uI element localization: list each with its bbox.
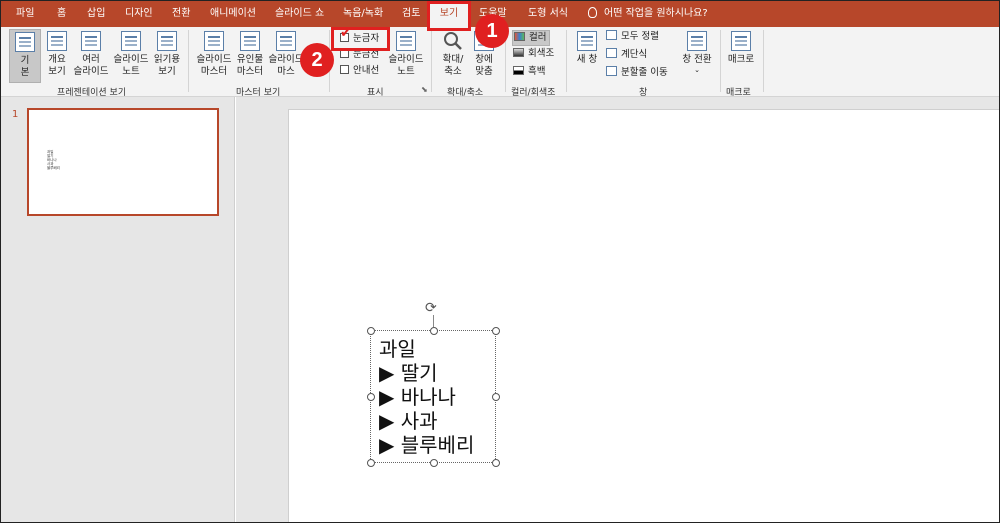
guides-check-box[interactable] xyxy=(340,65,349,74)
slide-editor-area: ⟳ 과일 ▶ 딸기 ▶ 바나나 ▶ 사과 ▶ 블루베리 xyxy=(236,97,999,522)
tab-animations[interactable]: 애니메이션 xyxy=(210,1,256,27)
resize-handle-bottom-right[interactable] xyxy=(492,459,500,467)
tab-record[interactable]: 녹음/녹화 xyxy=(343,1,383,27)
notes-page-button[interactable]: 슬라이드 노트 xyxy=(112,31,150,78)
handout-master-icon xyxy=(240,31,260,51)
color-swatch-icon xyxy=(514,32,525,41)
guides-checkbox[interactable]: 안내선 xyxy=(340,65,379,77)
tab-transitions[interactable]: 전환 xyxy=(172,1,190,27)
text-line-bullet: ▶ 블루베리 xyxy=(379,433,475,457)
move-split-icon xyxy=(606,66,617,76)
resize-handle-top-left[interactable] xyxy=(367,327,375,335)
color-button[interactable]: 컬러 xyxy=(512,30,551,46)
show-dialog-launcher-icon[interactable]: ⬊ xyxy=(421,85,428,94)
new-window-button[interactable]: 새 창 xyxy=(573,31,601,66)
slide-sorter-button[interactable]: 여러 슬라이드 xyxy=(71,31,111,78)
callout-badge-1: 1 xyxy=(475,14,509,48)
tell-me-search[interactable]: 어떤 작업을 원하시나요? xyxy=(588,1,708,27)
ribbon-separator xyxy=(431,30,432,92)
text-line-bullet: ▶ 사과 xyxy=(379,409,438,433)
thumb-text-line: 블루베리 xyxy=(47,166,60,170)
magnifier-icon xyxy=(444,32,462,50)
resize-handle-bottom-left[interactable] xyxy=(367,459,375,467)
tab-slideshow[interactable]: 슬라이드 쇼 xyxy=(275,1,324,27)
ribbon-separator xyxy=(720,30,721,92)
chevron-down-icon: ⌄ xyxy=(694,66,700,74)
ribbon-separator xyxy=(188,30,189,92)
rotate-handle-icon[interactable]: ⟳ xyxy=(425,301,439,315)
switch-windows-button[interactable]: 창 전환 ⌄ xyxy=(680,31,714,74)
tab-review[interactable]: 검토 xyxy=(402,1,420,27)
slide-sorter-icon xyxy=(81,31,101,51)
resize-handle-right[interactable] xyxy=(492,393,500,401)
normal-view-icon xyxy=(15,32,35,52)
powerpoint-window: 파일 홈 삽입 디자인 전환 애니메이션 슬라이드 쇼 녹음/녹화 검토 보기 … xyxy=(0,0,1000,523)
outline-view-icon xyxy=(47,31,67,51)
macros-icon xyxy=(731,31,751,51)
resize-handle-bottom[interactable] xyxy=(430,459,438,467)
switch-windows-icon xyxy=(687,31,707,51)
selected-text-box[interactable]: ⟳ 과일 ▶ 딸기 ▶ 바나나 ▶ 사과 ▶ 블루베리 xyxy=(367,301,500,467)
notes-page-icon xyxy=(121,31,141,51)
arrange-all-button[interactable]: 모두 정렬 xyxy=(606,30,659,43)
slide-number: 1 xyxy=(12,109,19,120)
notes-master-button[interactable]: 슬라이드 마스 xyxy=(267,31,305,78)
ribbon-separator xyxy=(763,30,764,92)
rotation-stem xyxy=(433,315,434,327)
tab-insert[interactable]: 삽입 xyxy=(87,1,105,27)
text-box-content[interactable]: 과일 ▶ 딸기 ▶ 바나나 ▶ 사과 ▶ 블루베리 xyxy=(379,337,474,457)
notes-icon xyxy=(396,31,416,51)
new-window-icon xyxy=(577,31,597,51)
reading-view-button[interactable]: 읽기용 보기 xyxy=(151,31,183,78)
outline-view-button[interactable]: 개요 보기 xyxy=(43,31,71,78)
checkmark-icon: ✔ xyxy=(340,25,352,41)
reading-view-icon xyxy=(157,31,177,51)
macros-button[interactable]: 매크로 xyxy=(726,31,756,66)
slide-master-icon xyxy=(204,31,224,51)
text-line-title: 과일 xyxy=(379,337,416,361)
grayscale-swatch-icon xyxy=(513,48,524,57)
ribbon-separator xyxy=(566,30,567,92)
lightbulb-icon xyxy=(588,7,597,18)
slide-thumbnail-pane: 1 과일 딸기 바나나 사과 블루베리 xyxy=(1,97,235,522)
notes-button[interactable]: 슬라이드 노트 xyxy=(387,31,425,78)
callout-badge-2: 2 xyxy=(300,43,334,77)
resize-handle-top-right[interactable] xyxy=(492,327,500,335)
handout-master-button[interactable]: 유인물 마스터 xyxy=(234,31,266,78)
black-white-swatch-icon xyxy=(513,66,524,75)
cascade-icon xyxy=(606,48,617,58)
text-line-bullet: ▶ 딸기 xyxy=(379,361,438,385)
move-split-button[interactable]: 분할줄 이동 xyxy=(606,66,668,79)
tab-design[interactable]: 디자인 xyxy=(125,1,153,27)
text-line-bullet: ▶ 바나나 xyxy=(379,385,456,409)
tab-home[interactable]: 홈 xyxy=(57,1,66,27)
tab-file[interactable]: 파일 xyxy=(16,1,34,27)
zoom-button[interactable]: 확대/ 축소 xyxy=(438,31,468,78)
resize-handle-left[interactable] xyxy=(367,393,375,401)
cascade-button[interactable]: 계단식 xyxy=(606,48,647,61)
resize-handle-top[interactable] xyxy=(430,327,438,335)
slide-thumbnail[interactable]: 과일 딸기 바나나 사과 블루베리 xyxy=(27,108,219,216)
black-white-button[interactable]: 흑백 xyxy=(513,66,545,78)
notes-master-icon xyxy=(276,31,296,51)
slide-canvas[interactable]: ⟳ 과일 ▶ 딸기 ▶ 바나나 ▶ 사과 ▶ 블루베리 xyxy=(288,109,999,522)
tab-shape-format[interactable]: 도형 서식 xyxy=(528,1,568,27)
tell-me-text: 어떤 작업을 원하시나요? xyxy=(604,8,708,19)
callout-box-view-tab xyxy=(427,1,471,31)
grayscale-button[interactable]: 회색조 xyxy=(513,48,554,60)
arrange-all-icon xyxy=(606,30,617,40)
slide-master-button[interactable]: 슬라이드 마스터 xyxy=(195,31,233,78)
normal-view-button[interactable]: 기 본 xyxy=(9,29,41,83)
